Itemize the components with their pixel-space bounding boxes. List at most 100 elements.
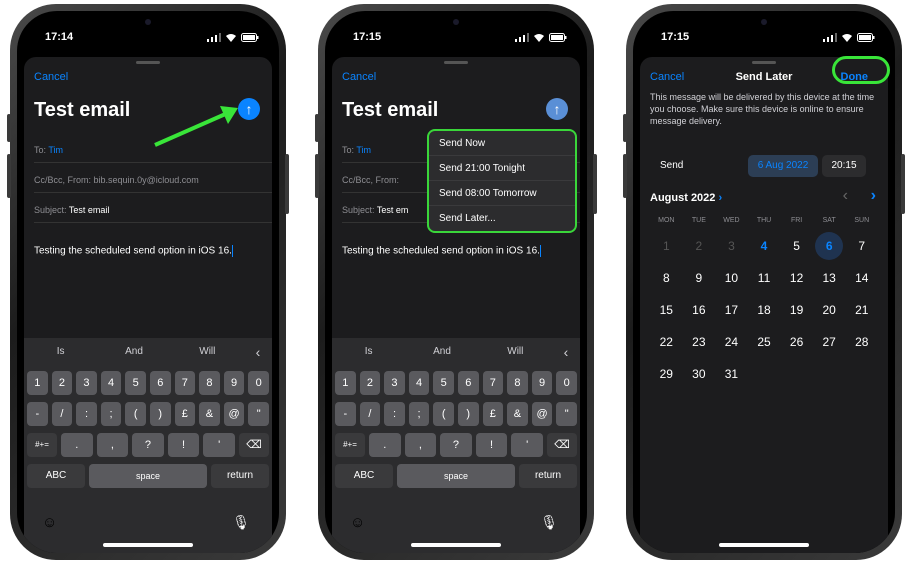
key[interactable]: &: [507, 402, 528, 426]
calendar-day[interactable]: 12: [780, 264, 813, 292]
subject-field[interactable]: Subject: Test email: [34, 193, 272, 223]
key[interactable]: ?: [132, 433, 164, 457]
home-indicator[interactable]: [103, 543, 193, 547]
key[interactable]: @: [223, 402, 245, 426]
key[interactable]: ": [556, 402, 577, 426]
key[interactable]: :: [76, 402, 97, 426]
date-picker-button[interactable]: 6 Aug 2022: [748, 155, 818, 177]
email-body[interactable]: Testing the scheduled send option in iOS…: [34, 245, 233, 257]
key[interactable]: 2: [359, 371, 381, 395]
suggestion-2[interactable]: Will: [171, 338, 244, 366]
calendar-day[interactable]: 18: [748, 296, 781, 324]
key[interactable]: ): [457, 402, 479, 426]
chevron-left-icon[interactable]: ‹: [244, 338, 272, 366]
key[interactable]: :: [384, 402, 405, 426]
calendar-day[interactable]: 7: [845, 232, 878, 260]
cancel-button[interactable]: Cancel: [34, 71, 68, 83]
send-button[interactable]: ↑: [546, 98, 568, 120]
key[interactable]: 1: [335, 371, 356, 395]
microphone-icon[interactable]: 🎙: [232, 514, 250, 531]
key[interactable]: 2: [51, 371, 73, 395]
key[interactable]: 3: [76, 371, 97, 395]
microphone-icon[interactable]: 🎙: [540, 514, 558, 531]
key[interactable]: /: [359, 402, 381, 426]
calendar-day[interactable]: 17: [715, 296, 748, 324]
key[interactable]: -: [27, 402, 48, 426]
key[interactable]: 4: [100, 371, 122, 395]
calendar-day[interactable]: 19: [780, 296, 813, 324]
calendar-day[interactable]: 20: [813, 296, 846, 324]
return-key[interactable]: return: [519, 464, 577, 488]
abc-key[interactable]: ABC: [335, 464, 393, 488]
emoji-icon[interactable]: ☺: [42, 514, 57, 531]
space-key[interactable]: space: [89, 464, 207, 488]
key[interactable]: -: [335, 402, 356, 426]
suggestion-1[interactable]: And: [97, 338, 170, 366]
key[interactable]: 3: [384, 371, 405, 395]
sheet-grabber[interactable]: [444, 61, 468, 64]
calendar-day[interactable]: 10: [715, 264, 748, 292]
backspace-icon[interactable]: ⌫: [546, 433, 577, 457]
key[interactable]: ?: [440, 433, 472, 457]
key[interactable]: .: [369, 433, 401, 457]
key[interactable]: ): [149, 402, 171, 426]
calendar-day[interactable]: 27: [813, 328, 846, 356]
key[interactable]: ;: [100, 402, 122, 426]
calendar-day[interactable]: 3: [715, 232, 748, 260]
menu-send-now[interactable]: Send Now: [429, 131, 575, 156]
key[interactable]: £: [174, 402, 196, 426]
suggestion-0[interactable]: Is: [24, 338, 97, 366]
key[interactable]: 5: [125, 371, 146, 395]
key[interactable]: 5: [433, 371, 454, 395]
calendar-day[interactable]: 13: [813, 264, 846, 292]
key[interactable]: 0: [248, 371, 269, 395]
cancel-button[interactable]: Cancel: [342, 71, 376, 83]
calendar-day[interactable]: 31: [715, 360, 748, 388]
key[interactable]: &: [199, 402, 220, 426]
key[interactable]: !: [167, 433, 200, 457]
menu-send-tonight[interactable]: Send 21:00 Tonight: [429, 156, 575, 181]
key[interactable]: 8: [507, 371, 528, 395]
calendar-day[interactable]: 29: [650, 360, 683, 388]
key[interactable]: ': [511, 433, 543, 457]
calendar-day[interactable]: 25: [748, 328, 781, 356]
space-key[interactable]: space: [397, 464, 515, 488]
backspace-icon[interactable]: ⌫: [238, 433, 269, 457]
calendar-day[interactable]: 1: [650, 232, 683, 260]
calendar-day[interactable]: 8: [650, 264, 683, 292]
calendar-day[interactable]: 24: [715, 328, 748, 356]
sheet-grabber[interactable]: [136, 61, 160, 64]
menu-send-tomorrow[interactable]: Send 08:00 Tomorrow: [429, 181, 575, 206]
calendar-day[interactable]: 5: [780, 232, 813, 260]
key[interactable]: 8: [199, 371, 220, 395]
menu-send-later[interactable]: Send Later...: [429, 206, 575, 231]
key[interactable]: 7: [482, 371, 504, 395]
month-year-button[interactable]: August 2022 ›: [650, 192, 722, 204]
key[interactable]: ,: [404, 433, 437, 457]
return-key[interactable]: return: [211, 464, 269, 488]
symbols-key[interactable]: #+=: [27, 433, 57, 457]
prev-month-chevron-icon[interactable]: ‹: [843, 187, 848, 205]
symbols-key[interactable]: #+=: [335, 433, 365, 457]
calendar-day[interactable]: 9: [683, 264, 716, 292]
key[interactable]: 7: [174, 371, 196, 395]
key[interactable]: 0: [556, 371, 577, 395]
key[interactable]: 6: [149, 371, 171, 395]
key[interactable]: 4: [408, 371, 430, 395]
suggestion-0[interactable]: Is: [332, 338, 405, 366]
key[interactable]: ;: [408, 402, 430, 426]
abc-key[interactable]: ABC: [27, 464, 85, 488]
key[interactable]: (: [125, 402, 146, 426]
calendar-day[interactable]: 22: [650, 328, 683, 356]
key[interactable]: !: [475, 433, 508, 457]
key[interactable]: 9: [223, 371, 245, 395]
calendar-day[interactable]: 2: [683, 232, 716, 260]
home-indicator[interactable]: [411, 543, 501, 547]
key[interactable]: ": [248, 402, 269, 426]
ccbcc-field[interactable]: Cc/Bcc, From: bib.sequin.0y@icloud.com: [34, 163, 272, 193]
suggestion-2[interactable]: Will: [479, 338, 552, 366]
chevron-left-icon[interactable]: ‹: [552, 338, 580, 366]
calendar-day[interactable]: 28: [845, 328, 878, 356]
calendar-day[interactable]: 14: [845, 264, 878, 292]
calendar-day[interactable]: 16: [683, 296, 716, 324]
